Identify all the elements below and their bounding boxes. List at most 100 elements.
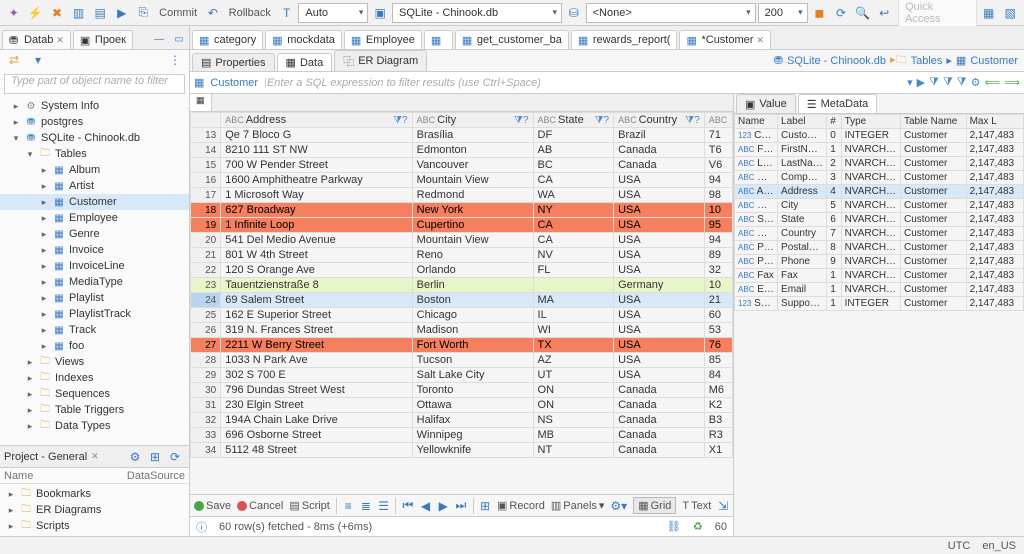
meta-cell[interactable]: 6 (827, 213, 841, 227)
meta-cell[interactable]: Address (778, 185, 827, 199)
editor-tab[interactable]: ▦ (424, 30, 453, 49)
cell[interactable]: Toronto (412, 383, 533, 398)
tree-item[interactable]: ▸🗀Views (0, 354, 189, 370)
meta-row[interactable]: ABC Co…Compa…3NVARCHARCustomer2,147,483 (735, 171, 1024, 185)
tree-item[interactable]: ▸🗀Data Types (0, 418, 189, 434)
editor-tab[interactable]: ▦mockdata (265, 30, 342, 49)
column-header[interactable]: ABCCity⧩? (412, 113, 533, 128)
chevron-icon[interactable]: ▸ (39, 309, 49, 320)
meta-cell[interactable]: 5 (827, 199, 841, 213)
cell[interactable]: DF (533, 128, 614, 143)
cell[interactable]: USA (614, 248, 705, 263)
cell[interactable]: MA (533, 293, 614, 308)
tx-mode-icon[interactable]: T (277, 3, 297, 23)
databases-view-tab[interactable]: ⛃ Datab✕ (2, 30, 71, 49)
meta-cell[interactable]: 2 (827, 157, 841, 171)
sql-editor-icon[interactable]: ▥ (69, 3, 89, 23)
chevron-icon[interactable]: ▸ (39, 213, 49, 224)
meta-cell[interactable]: 8 (827, 241, 841, 255)
tree-item[interactable]: ▸▦Invoice (0, 242, 189, 258)
meta-row[interactable]: 123 Cus…Custo…0INTEGERCustomer2,147,483 (735, 129, 1024, 143)
meta-cell[interactable]: FirstNa… (778, 143, 827, 157)
meta-cell[interactable]: 123 Sup… (735, 297, 778, 311)
cell[interactable]: B3 (704, 413, 732, 428)
table-row[interactable]: 30796 Dundas Street WestTorontoONCanadaM… (191, 383, 733, 398)
cell[interactable]: USA (614, 263, 705, 278)
meta-cell[interactable]: 2,147,483 (966, 297, 1023, 311)
tree-item[interactable]: ▸🗀Table Triggers (0, 402, 189, 418)
cell[interactable]: Brazil (614, 128, 705, 143)
cell[interactable]: AZ (533, 353, 614, 368)
row-limit-combo[interactable]: 200 (758, 3, 808, 23)
meta-cell[interactable]: ABC Phone (735, 255, 778, 269)
table-row[interactable]: 23Tauentzienstraße 8BerlinGermany10 (191, 278, 733, 293)
filter-icon[interactable]: ⧩ (943, 76, 953, 89)
table-row[interactable]: 2469 Salem StreetBostonMAUSA21 (191, 293, 733, 308)
meta-cell[interactable]: Customer (901, 283, 967, 297)
table-row[interactable]: 281033 N Park AveTucsonAZUSA85 (191, 353, 733, 368)
panels-button[interactable]: ▥Panels▾ (551, 499, 605, 512)
cell[interactable]: Orlando (412, 263, 533, 278)
tree-item[interactable]: ▾🗀Tables (0, 146, 189, 162)
row-number[interactable]: 21 (191, 248, 221, 263)
chevron-icon[interactable]: ▾ (25, 149, 35, 160)
tree-item[interactable]: ▸▦Artist (0, 178, 189, 194)
column-header[interactable]: ABCState⧩? (533, 113, 614, 128)
editor-tab[interactable]: ▦category (192, 30, 263, 49)
meta-row[interactable]: ABC Cou…Country7NVARCHARCustomer2,147,48… (735, 227, 1024, 241)
chevron-icon[interactable]: ▸ (39, 325, 49, 336)
result-tab[interactable]: ▦ (190, 94, 212, 111)
meta-row[interactable]: ABC StateState6NVARCHARCustomer2,147,483 (735, 213, 1024, 227)
filter-icon[interactable]: ⧩? (685, 115, 699, 126)
meta-row[interactable]: ABC EmailEmail1NVARCHARCustomer2,147,483 (735, 283, 1024, 297)
undo-icon[interactable]: ↩ (874, 3, 894, 23)
add-icon[interactable]: ⊞ (145, 447, 165, 467)
cell[interactable]: Mountain View (412, 173, 533, 188)
cell[interactable]: 1600 Amphitheatre Parkway (221, 173, 412, 188)
meta-cell[interactable]: 1 (827, 269, 841, 283)
editor-tab[interactable]: ▦*Customer✕ (679, 30, 771, 49)
table-row[interactable]: 161600 Amphitheatre ParkwayMountain View… (191, 173, 733, 188)
cell[interactable]: Boston (412, 293, 533, 308)
maximize-icon[interactable]: ▭ (169, 29, 189, 49)
chevron-icon[interactable]: ▸ (39, 165, 49, 176)
meta-cell[interactable]: ABC Co… (735, 171, 778, 185)
tree-item[interactable]: ▸🗀Indexes (0, 370, 189, 386)
meta-cell[interactable]: 2,147,483 (966, 213, 1023, 227)
row-number[interactable]: 15 (191, 158, 221, 173)
record-button[interactable]: ▣Record (497, 499, 545, 512)
cell[interactable]: 700 W Pender Street (221, 158, 412, 173)
cell[interactable]: 8210 111 ST NW (221, 143, 412, 158)
cell[interactable]: M6 (704, 383, 732, 398)
chevron-icon[interactable]: ▸ (25, 357, 35, 368)
tree-item[interactable]: ▸▦MediaType (0, 274, 189, 290)
meta-cell[interactable]: ABC Fax (735, 269, 778, 283)
cell[interactable]: 796 Dundas Street West (221, 383, 412, 398)
perspective2-icon[interactable]: ▧ (1000, 3, 1020, 23)
meta-cell[interactable]: NVARCHAR (841, 255, 900, 269)
chevron-icon[interactable]: ▸ (39, 197, 49, 208)
schema-combo[interactable]: <None> (586, 3, 756, 23)
meta-cell[interactable]: Customer (901, 269, 967, 283)
meta-cell[interactable]: 2,147,483 (966, 143, 1023, 157)
cell[interactable]: Tauentzienstraße 8 (221, 278, 412, 293)
properties-tab[interactable]: ▤Properties (192, 53, 275, 71)
meta-row[interactable]: ABC CityCity5NVARCHARCustomer2,147,483 (735, 199, 1024, 213)
save-button[interactable]: Save (194, 500, 231, 512)
meta-cell[interactable]: ABC First… (735, 143, 778, 157)
filter-icon[interactable]: ⧩? (393, 115, 407, 126)
table-row[interactable]: 25162 E Superior StreetChicagoILUSA60 (191, 308, 733, 323)
cell[interactable]: 1033 N Park Ave (221, 353, 412, 368)
cell[interactable]: USA (614, 338, 705, 353)
apply-filter-icon[interactable]: ▶ (917, 76, 925, 89)
bookmark-item[interactable]: ▸🗀ER Diagrams (2, 502, 187, 518)
cell[interactable]: USA (614, 173, 705, 188)
row-number[interactable]: 18 (191, 203, 221, 218)
cell[interactable]: 627 Broadway (221, 203, 412, 218)
cell[interactable]: V6 (704, 158, 732, 173)
cell[interactable]: Brasília (412, 128, 533, 143)
chevron-icon[interactable]: ▸ (39, 245, 49, 256)
cell[interactable]: Madison (412, 323, 533, 338)
stop-icon[interactable]: ◼ (810, 3, 830, 23)
meta-cell[interactable]: NVARCHAR (841, 283, 900, 297)
